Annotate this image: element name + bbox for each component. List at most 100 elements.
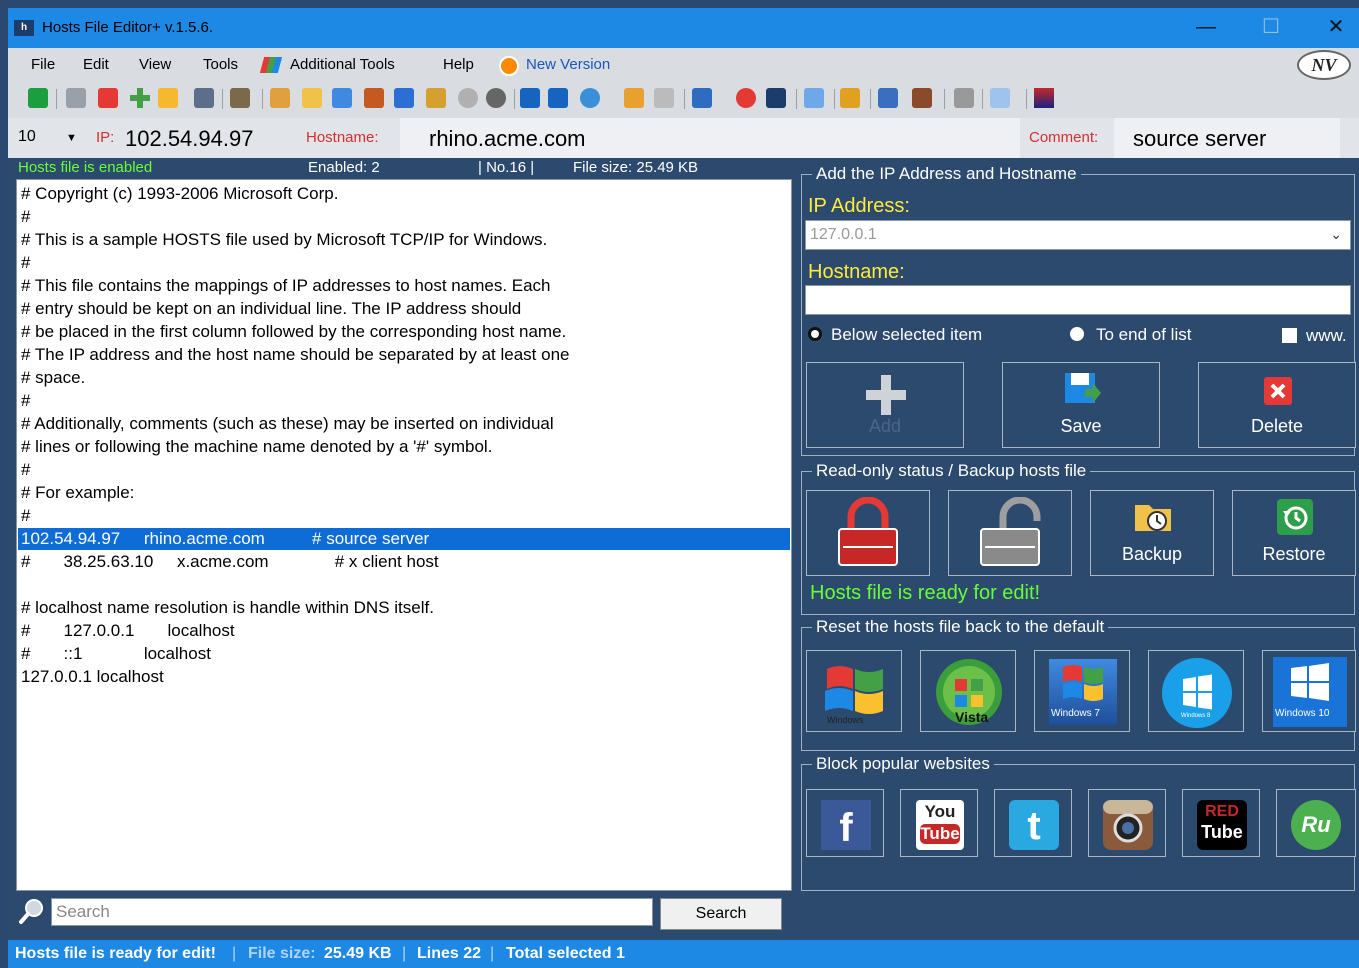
editor-line[interactable]: # For example: [21, 482, 134, 504]
editor-line[interactable]: # [21, 390, 30, 412]
save-button[interactable]: Save [1002, 362, 1160, 448]
reset-windows-xp-button[interactable]: Windows [806, 650, 902, 732]
clear-icon[interactable] [426, 88, 446, 108]
maximize-button[interactable]: ☐ [1251, 12, 1291, 42]
comment-field-bg[interactable]: source server [1114, 118, 1340, 158]
www-checkbox[interactable] [1282, 328, 1297, 343]
add-button[interactable]: Add [806, 362, 964, 448]
editor-line[interactable]: # space. [21, 367, 85, 389]
editor-line[interactable]: # [21, 505, 30, 527]
globe-icon[interactable] [580, 88, 600, 108]
check-icon[interactable] [486, 88, 506, 108]
box-icon[interactable] [912, 88, 932, 108]
menu-help[interactable]: Help [443, 56, 474, 73]
menu-edit[interactable]: Edit [83, 56, 109, 73]
chart-icon[interactable] [878, 88, 898, 108]
block-instagram-button[interactable] [1088, 789, 1166, 857]
edit-icon[interactable] [270, 88, 290, 108]
ip-icon[interactable] [736, 88, 756, 108]
enable-icon[interactable] [66, 88, 86, 108]
ip-address-dropdown[interactable]: 127.0.0.1 ⌄ [805, 220, 1351, 250]
grid-icon[interactable] [766, 88, 786, 108]
export-icon[interactable] [364, 88, 384, 108]
link-icon[interactable] [624, 88, 644, 108]
resize-icon[interactable] [990, 88, 1010, 108]
menu-additional-tools[interactable]: Additional Tools [290, 56, 395, 73]
close-button[interactable]: ✕ [1316, 12, 1356, 42]
menu-new-version[interactable]: New Version [526, 56, 610, 73]
delete-icon [1264, 377, 1292, 405]
move-up-icon[interactable] [520, 88, 540, 108]
editor-line[interactable]: 127.0.0.1 localhost [21, 666, 164, 688]
backup-button[interactable]: Backup [1090, 490, 1214, 576]
block-youtube-button[interactable]: You Tube [900, 789, 978, 857]
editor-line-selected[interactable]: 102.54.94.97 rhino.acme.com # source ser… [21, 528, 429, 550]
pin-icon[interactable] [654, 88, 674, 108]
editor-line[interactable]: # be placed in the first column followed… [21, 321, 566, 343]
block-icon[interactable] [692, 88, 712, 108]
editor-line[interactable]: # Additionally, comments (such as these)… [21, 413, 554, 435]
table-icon[interactable] [804, 88, 824, 108]
chevron-down-icon[interactable]: ⌄ [1330, 226, 1342, 243]
editor-line[interactable]: # The IP address and the host name shoul… [21, 344, 569, 366]
rutube-icon: Ru [1291, 800, 1341, 850]
reset-vista-button[interactable]: Vista [920, 650, 1016, 732]
lock-readonly-button[interactable] [806, 490, 930, 576]
menu-file[interactable]: File [31, 56, 55, 73]
language-flag-icon[interactable] [1034, 88, 1054, 108]
restore-button[interactable]: Restore [1232, 490, 1356, 576]
tools-icon[interactable] [230, 88, 250, 108]
block-rutube-button[interactable]: Ru [1276, 789, 1356, 857]
editor-line[interactable]: # This file contains the mappings of IP … [21, 275, 551, 297]
check-gray-icon[interactable] [458, 88, 478, 108]
editor-line[interactable]: # [21, 459, 30, 481]
ip-field[interactable]: 102.54.94.97 [125, 126, 253, 152]
editor-line[interactable]: # localhost name resolution is handle wi… [21, 597, 434, 619]
hostname-input[interactable] [805, 285, 1351, 315]
chevron-down-icon[interactable]: ▼ [66, 132, 77, 144]
save-icon[interactable] [194, 88, 214, 108]
hostname-field-bg[interactable]: rhino.acme.com [400, 118, 1020, 158]
radio-end-of-list[interactable] [1070, 327, 1084, 341]
hosts-editor[interactable]: # Copyright (c) 1993-2006 Microsoft Corp… [16, 179, 792, 891]
reset-windows10-button[interactable]: Windows 10 [1262, 650, 1356, 732]
search-input[interactable] [51, 898, 653, 926]
youtube-you-text: You [924, 802, 956, 821]
editor-line[interactable]: # 38.25.63.10 x.acme.com # x client host [21, 551, 439, 573]
open-folder-icon[interactable] [158, 88, 178, 108]
minimize-button[interactable]: — [1186, 12, 1226, 42]
editor-line[interactable]: # Copyright (c) 1993-2006 Microsoft Corp… [21, 183, 338, 205]
block-redtube-button[interactable]: RED Tube [1182, 789, 1260, 857]
count-select[interactable]: 10 [18, 128, 36, 146]
reset-windows8-button[interactable]: Windows 8 [1148, 650, 1244, 732]
menu-view[interactable]: View [139, 56, 171, 73]
comment-field[interactable]: source server [1133, 126, 1266, 152]
copy-icon[interactable] [394, 88, 414, 108]
radio-below-selected[interactable] [808, 327, 822, 341]
folder-icon[interactable] [302, 88, 322, 108]
brush-icon[interactable] [840, 88, 860, 108]
hosts-toggle-icon[interactable] [28, 88, 48, 108]
delete-button[interactable]: Delete [1198, 362, 1356, 448]
menu-tools[interactable]: Tools [203, 56, 238, 73]
editor-line[interactable]: # 127.0.0.1 localhost [21, 620, 235, 642]
add-icon[interactable] [130, 88, 150, 108]
lock-icon[interactable] [954, 88, 974, 108]
disable-icon[interactable] [98, 88, 118, 108]
locked-padlock-icon [838, 497, 898, 566]
block-facebook-button[interactable]: f [806, 789, 884, 857]
block-twitter-button[interactable]: t [994, 789, 1072, 857]
hostname-field[interactable]: rhino.acme.com [429, 126, 586, 152]
import-icon[interactable] [332, 88, 352, 108]
search-button[interactable]: Search [660, 898, 782, 930]
reset-windows7-button[interactable]: Windows 7 [1034, 650, 1130, 732]
editor-line[interactable]: # entry should be kept on an individual … [21, 298, 521, 320]
editor-line[interactable]: # [21, 252, 30, 274]
search-icon [19, 899, 43, 924]
move-down-icon[interactable] [548, 88, 568, 108]
editor-line[interactable]: # [21, 206, 30, 228]
editor-line[interactable]: # This is a sample HOSTS file used by Mi… [21, 229, 547, 251]
editor-line[interactable]: # ::1 localhost [21, 643, 211, 665]
unlock-button[interactable] [948, 490, 1072, 576]
editor-line[interactable]: # lines or following the machine name de… [21, 436, 492, 458]
